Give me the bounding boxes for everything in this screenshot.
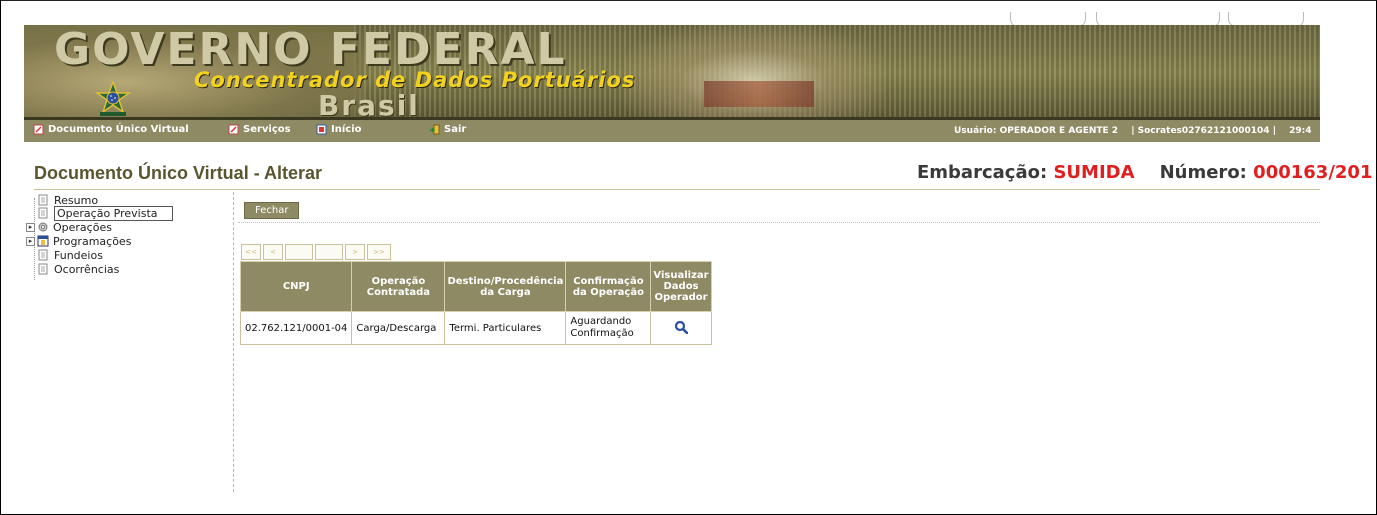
- page-slot[interactable]: [315, 244, 343, 260]
- session-id: | Socrates02762121000104 |: [1131, 126, 1276, 136]
- number-label: Número:: [1159, 162, 1247, 183]
- exit-icon: [430, 124, 440, 135]
- page-icon: [38, 263, 48, 275]
- menu-servicos[interactable]: Serviços: [228, 124, 291, 135]
- divider: [238, 222, 1320, 223]
- vessel-info: Embarcação: SUMIDA Número: 000163/201: [917, 162, 1372, 183]
- tree-label: Operação Prevista: [54, 205, 173, 221]
- tree-label: Fundeios: [54, 248, 103, 262]
- magnifier-icon[interactable]: [674, 320, 689, 334]
- calendar-icon: [37, 235, 49, 247]
- column-header-confirmacao: Confirmação da Operação: [565, 261, 652, 312]
- document-icon: [33, 124, 44, 135]
- menu-inicio[interactable]: Início: [316, 124, 362, 135]
- tree-label: Programações: [53, 234, 132, 248]
- cell-operacao: Carga/Descarga: [351, 311, 446, 345]
- expand-icon[interactable]: ▸: [26, 236, 35, 246]
- operations-table: CNPJ Operação Contratada Destino/Procedê…: [239, 261, 712, 345]
- user-label: Usuário: OPERADOR E AGENTE 2: [954, 126, 1119, 136]
- column-header-visualizar: Visualizar Dados Operador: [650, 261, 712, 312]
- coat-of-arms-icon: [94, 81, 132, 116]
- number-value: 000163/201: [1253, 162, 1373, 183]
- menu-label: Sair: [444, 124, 467, 135]
- menu-documento-unico[interactable]: Documento Único Virtual: [33, 124, 189, 135]
- panel-divider: [233, 192, 234, 492]
- tree-item-operacoes[interactable]: ▸ Operações: [26, 220, 112, 234]
- cell-destino: Termi. Particulares: [444, 311, 567, 345]
- table-row: 02.762.121/0001-04 Carga/Descarga Termi.…: [239, 311, 712, 345]
- gear-icon: [38, 222, 48, 232]
- header-title: GOVERNO FEDERAL: [54, 25, 567, 75]
- vessel-label: Embarcação:: [917, 162, 1048, 183]
- menu-label: Documento Único Virtual: [48, 124, 189, 135]
- close-button[interactable]: Fechar: [244, 202, 300, 219]
- tree-item-ocorrencias[interactable]: Ocorrências: [36, 262, 119, 276]
- tree-item-programacoes[interactable]: ▸ Programações: [26, 234, 131, 248]
- divider: [34, 189, 1320, 190]
- menu-sair[interactable]: Sair: [429, 124, 466, 135]
- tree-item-operacao-prevista[interactable]: Operação Prevista: [36, 205, 173, 221]
- column-header-destino: Destino/Procedência da Carga: [444, 261, 567, 312]
- tree-item-fundeios[interactable]: Fundeios: [36, 248, 103, 262]
- home-icon: [316, 124, 327, 135]
- column-header-cnpj: CNPJ: [239, 261, 353, 312]
- cell-visualizar: [650, 311, 712, 345]
- last-page-button[interactable]: >>: [367, 244, 391, 260]
- page-icon: [38, 207, 48, 219]
- page-icon: [38, 249, 48, 261]
- cell-cnpj: 02.762.121/0001-04: [239, 311, 353, 345]
- tree-label: Ocorrências: [54, 262, 120, 276]
- main-menu-bar: Documento Único Virtual Serviços Início …: [24, 120, 1320, 142]
- pagination: << < > >>: [241, 244, 393, 260]
- column-header-operacao: Operação Contratada: [351, 261, 446, 312]
- user-info: Usuário: OPERADOR E AGENTE 2 | Socrates0…: [954, 126, 1322, 136]
- header-country: Brasil: [318, 89, 420, 120]
- first-page-button[interactable]: <<: [241, 244, 261, 260]
- table-header-row: CNPJ Operação Contratada Destino/Procedê…: [239, 261, 712, 312]
- tree-label: Operações: [53, 220, 112, 234]
- cell-confirmacao: Aguardando Confirmação: [565, 311, 652, 345]
- vessel-name: SUMIDA: [1053, 162, 1135, 183]
- prev-page-button[interactable]: <: [263, 244, 283, 260]
- page-slot[interactable]: [285, 244, 313, 260]
- page-icon: [38, 194, 48, 206]
- header-banner: GOVERNO FEDERAL Concentrador de Dados Po…: [24, 25, 1320, 120]
- menu-label: Início: [331, 124, 362, 135]
- expand-icon[interactable]: ▸: [26, 222, 35, 232]
- page-title: Documento Único Virtual - Alterar: [34, 163, 323, 183]
- session-timer: 29:4: [1289, 126, 1312, 136]
- services-icon: [228, 124, 239, 135]
- menu-label: Serviços: [243, 124, 291, 135]
- next-page-button[interactable]: >: [345, 244, 365, 260]
